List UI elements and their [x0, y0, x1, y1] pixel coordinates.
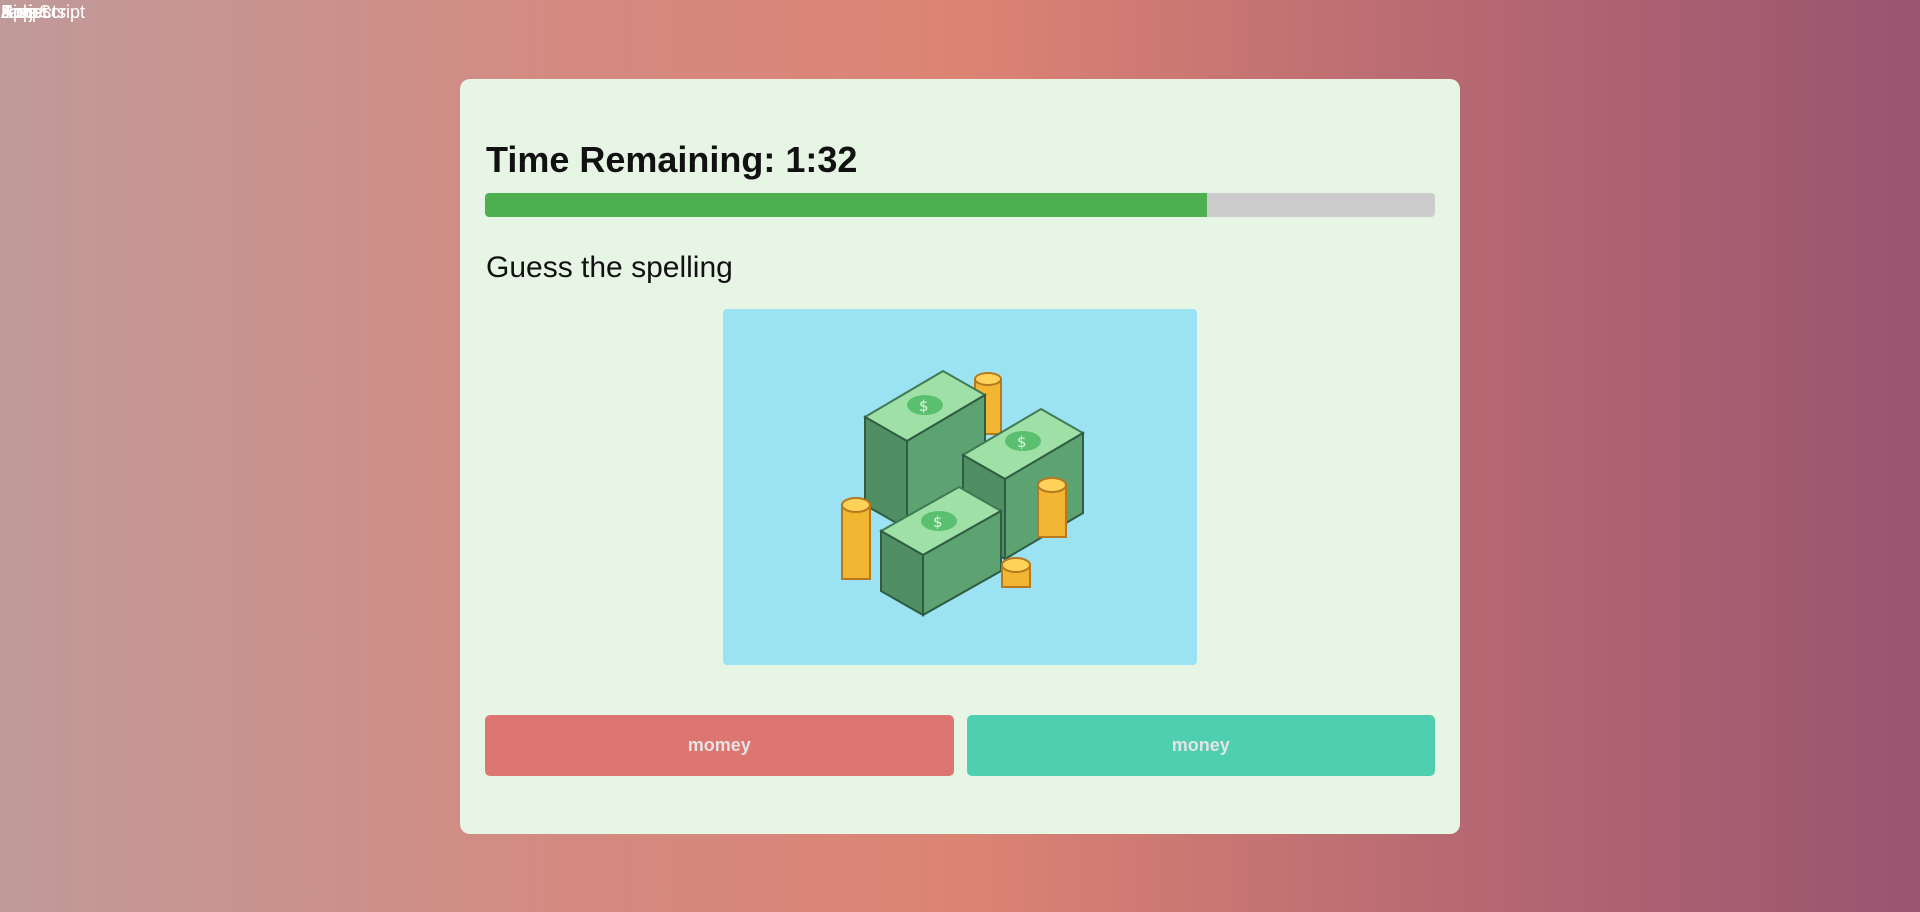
time-progress-fill — [485, 193, 1207, 217]
header-text-5: Kids — [1, 2, 37, 22]
time-remaining: Time Remaining: 1:32 — [486, 139, 858, 180]
question-image: $ $ $ — [723, 309, 1197, 665]
svg-text:$: $ — [933, 513, 943, 531]
question-prompt: Guess the spelling — [486, 251, 733, 284]
quiz-card: Time Remaining: 1:32 Guess the spelling … — [460, 79, 1460, 834]
svg-text:$: $ — [1017, 433, 1027, 451]
svg-text:$: $ — [919, 397, 929, 415]
answer-button-money[interactable]: money — [966, 715, 1435, 776]
answer-button-momey[interactable]: momey — [485, 715, 954, 776]
time-progress-bar — [485, 193, 1435, 217]
money-stack-icon: $ $ $ — [841, 369, 1085, 617]
answer-options: momey money — [485, 715, 1435, 776]
